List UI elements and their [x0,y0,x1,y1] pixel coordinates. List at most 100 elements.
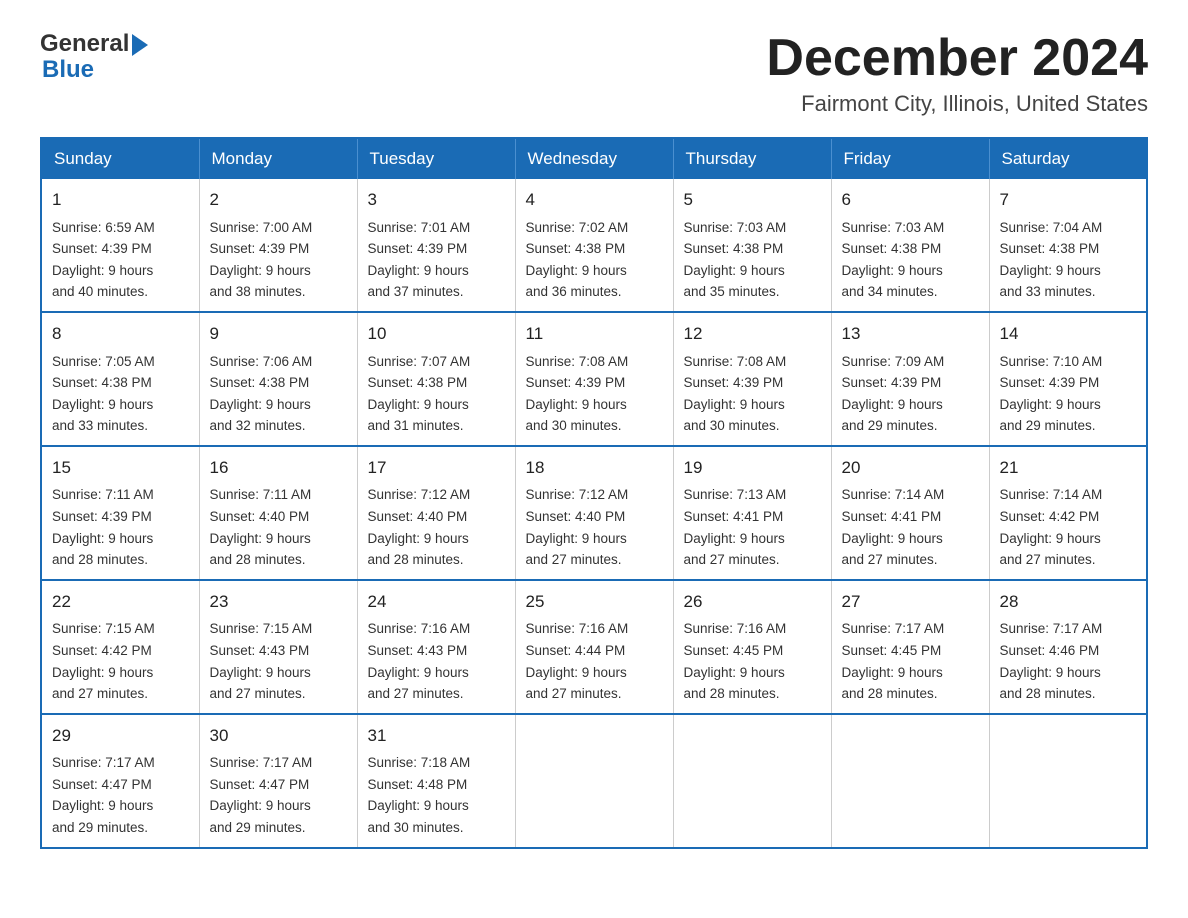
day-number: 15 [52,455,189,481]
day-number: 28 [1000,589,1137,615]
day-info: Sunrise: 7:05 AMSunset: 4:38 PMDaylight:… [52,354,155,434]
day-number: 5 [684,187,821,213]
calendar-day-cell [989,714,1147,848]
calendar-week-row: 29 Sunrise: 7:17 AMSunset: 4:47 PMDayligh… [41,714,1147,848]
day-info: Sunrise: 7:14 AMSunset: 4:41 PMDaylight:… [842,487,945,567]
weekday-header-thursday: Thursday [673,138,831,179]
calendar-day-cell: 2 Sunrise: 7:00 AMSunset: 4:39 PMDaylight… [199,179,357,312]
calendar-day-cell: 18 Sunrise: 7:12 AMSunset: 4:40 PMDayligh… [515,446,673,580]
day-number: 8 [52,321,189,347]
day-info: Sunrise: 7:08 AMSunset: 4:39 PMDaylight:… [526,354,629,434]
day-info: Sunrise: 7:02 AMSunset: 4:38 PMDaylight:… [526,220,629,300]
calendar-day-cell: 26 Sunrise: 7:16 AMSunset: 4:45 PMDayligh… [673,580,831,714]
logo-general-text: General [40,30,129,58]
calendar-week-row: 15 Sunrise: 7:11 AMSunset: 4:39 PMDayligh… [41,446,1147,580]
day-info: Sunrise: 7:18 AMSunset: 4:48 PMDaylight:… [368,755,471,835]
calendar-day-cell: 12Sunrise: 7:08 AMSunset: 4:39 PMDayligh… [673,312,831,446]
calendar-day-cell [831,714,989,848]
calendar-title-area: December 2024 Fairmont City, Illinois, U… [766,30,1148,117]
day-number: 22 [52,589,189,615]
day-info: Sunrise: 7:17 AMSunset: 4:47 PMDaylight:… [52,755,155,835]
day-number: 9 [210,321,347,347]
day-number: 3 [368,187,505,213]
calendar-day-cell: 11Sunrise: 7:08 AMSunset: 4:39 PMDayligh… [515,312,673,446]
day-info: Sunrise: 7:12 AMSunset: 4:40 PMDaylight:… [526,487,629,567]
calendar-day-cell: 19Sunrise: 7:13 AMSunset: 4:41 PMDayligh… [673,446,831,580]
calendar-day-cell [673,714,831,848]
calendar-table: SundayMondayTuesdayWednesdayThursdayFrid… [40,137,1148,848]
calendar-day-cell: 24 Sunrise: 7:16 AMSunset: 4:43 PMDayligh… [357,580,515,714]
logo-blue-text: Blue [42,56,94,84]
day-info: Sunrise: 7:10 AMSunset: 4:39 PMDaylight:… [1000,354,1103,434]
day-number: 20 [842,455,979,481]
day-info: Sunrise: 7:15 AMSunset: 4:43 PMDaylight:… [210,621,313,701]
day-number: 24 [368,589,505,615]
day-info: Sunrise: 7:17 AMSunset: 4:45 PMDaylight:… [842,621,945,701]
day-info: Sunrise: 7:11 AMSunset: 4:40 PMDaylight:… [210,487,312,567]
day-number: 30 [210,723,347,749]
calendar-day-cell: 1Sunrise: 6:59 AMSunset: 4:39 PMDaylight… [41,179,199,312]
day-number: 18 [526,455,663,481]
weekday-header-row: SundayMondayTuesdayWednesdayThursdayFrid… [41,138,1147,179]
day-number: 31 [368,723,505,749]
day-info: Sunrise: 7:15 AMSunset: 4:42 PMDaylight:… [52,621,155,701]
day-number: 12 [684,321,821,347]
calendar-day-cell: 16 Sunrise: 7:11 AMSunset: 4:40 PMDayligh… [199,446,357,580]
calendar-week-row: 22 Sunrise: 7:15 AMSunset: 4:42 PMDayligh… [41,580,1147,714]
day-number: 6 [842,187,979,213]
day-info: Sunrise: 7:16 AMSunset: 4:43 PMDaylight:… [368,621,471,701]
calendar-day-cell: 28 Sunrise: 7:17 AMSunset: 4:46 PMDayligh… [989,580,1147,714]
calendar-day-cell: 15 Sunrise: 7:11 AMSunset: 4:39 PMDayligh… [41,446,199,580]
weekday-header-wednesday: Wednesday [515,138,673,179]
calendar-day-cell: 14 Sunrise: 7:10 AMSunset: 4:39 PMDayligh… [989,312,1147,446]
weekday-header-monday: Monday [199,138,357,179]
calendar-day-cell: 8 Sunrise: 7:05 AMSunset: 4:38 PMDaylight… [41,312,199,446]
day-number: 26 [684,589,821,615]
day-number: 25 [526,589,663,615]
calendar-day-cell: 7 Sunrise: 7:04 AMSunset: 4:38 PMDaylight… [989,179,1147,312]
calendar-week-row: 8 Sunrise: 7:05 AMSunset: 4:38 PMDaylight… [41,312,1147,446]
day-info: Sunrise: 7:11 AMSunset: 4:39 PMDaylight:… [52,487,154,567]
calendar-day-cell [515,714,673,848]
day-number: 2 [210,187,347,213]
day-info: Sunrise: 7:04 AMSunset: 4:38 PMDaylight:… [1000,220,1103,300]
day-info: Sunrise: 7:16 AMSunset: 4:45 PMDaylight:… [684,621,787,701]
day-info: Sunrise: 7:01 AMSunset: 4:39 PMDaylight:… [368,220,471,300]
logo-arrow-icon [132,34,148,56]
calendar-day-cell: 27 Sunrise: 7:17 AMSunset: 4:45 PMDayligh… [831,580,989,714]
calendar-week-row: 1Sunrise: 6:59 AMSunset: 4:39 PMDaylight… [41,179,1147,312]
calendar-day-cell: 4 Sunrise: 7:02 AMSunset: 4:38 PMDaylight… [515,179,673,312]
day-number: 16 [210,455,347,481]
calendar-day-cell: 31 Sunrise: 7:18 AMSunset: 4:48 PMDayligh… [357,714,515,848]
calendar-day-cell: 5 Sunrise: 7:03 AMSunset: 4:38 PMDaylight… [673,179,831,312]
day-number: 23 [210,589,347,615]
day-info: Sunrise: 7:17 AMSunset: 4:47 PMDaylight:… [210,755,313,835]
day-info: Sunrise: 7:07 AMSunset: 4:38 PMDaylight:… [368,354,471,434]
day-info: Sunrise: 7:17 AMSunset: 4:46 PMDaylight:… [1000,621,1103,701]
day-number: 13 [842,321,979,347]
month-title: December 2024 [766,30,1148,87]
weekday-header-sunday: Sunday [41,138,199,179]
calendar-day-cell: 25Sunrise: 7:16 AMSunset: 4:44 PMDayligh… [515,580,673,714]
calendar-day-cell: 29 Sunrise: 7:17 AMSunset: 4:47 PMDayligh… [41,714,199,848]
day-number: 1 [52,187,189,213]
weekday-header-tuesday: Tuesday [357,138,515,179]
calendar-day-cell: 21Sunrise: 7:14 AMSunset: 4:42 PMDayligh… [989,446,1147,580]
calendar-day-cell: 23 Sunrise: 7:15 AMSunset: 4:43 PMDayligh… [199,580,357,714]
calendar-day-cell: 22 Sunrise: 7:15 AMSunset: 4:42 PMDayligh… [41,580,199,714]
calendar-day-cell: 17Sunrise: 7:12 AMSunset: 4:40 PMDayligh… [357,446,515,580]
day-number: 14 [1000,321,1137,347]
day-number: 7 [1000,187,1137,213]
page-header: General Blue December 2024 Fairmont City… [40,30,1148,117]
day-number: 4 [526,187,663,213]
day-info: Sunrise: 7:00 AMSunset: 4:39 PMDaylight:… [210,220,313,300]
day-number: 29 [52,723,189,749]
calendar-day-cell: 6Sunrise: 7:03 AMSunset: 4:38 PMDaylight… [831,179,989,312]
weekday-header-friday: Friday [831,138,989,179]
calendar-day-cell: 20 Sunrise: 7:14 AMSunset: 4:41 PMDayligh… [831,446,989,580]
day-info: Sunrise: 7:03 AMSunset: 4:38 PMDaylight:… [684,220,787,300]
day-number: 10 [368,321,505,347]
day-number: 19 [684,455,821,481]
day-number: 21 [1000,455,1137,481]
day-number: 27 [842,589,979,615]
